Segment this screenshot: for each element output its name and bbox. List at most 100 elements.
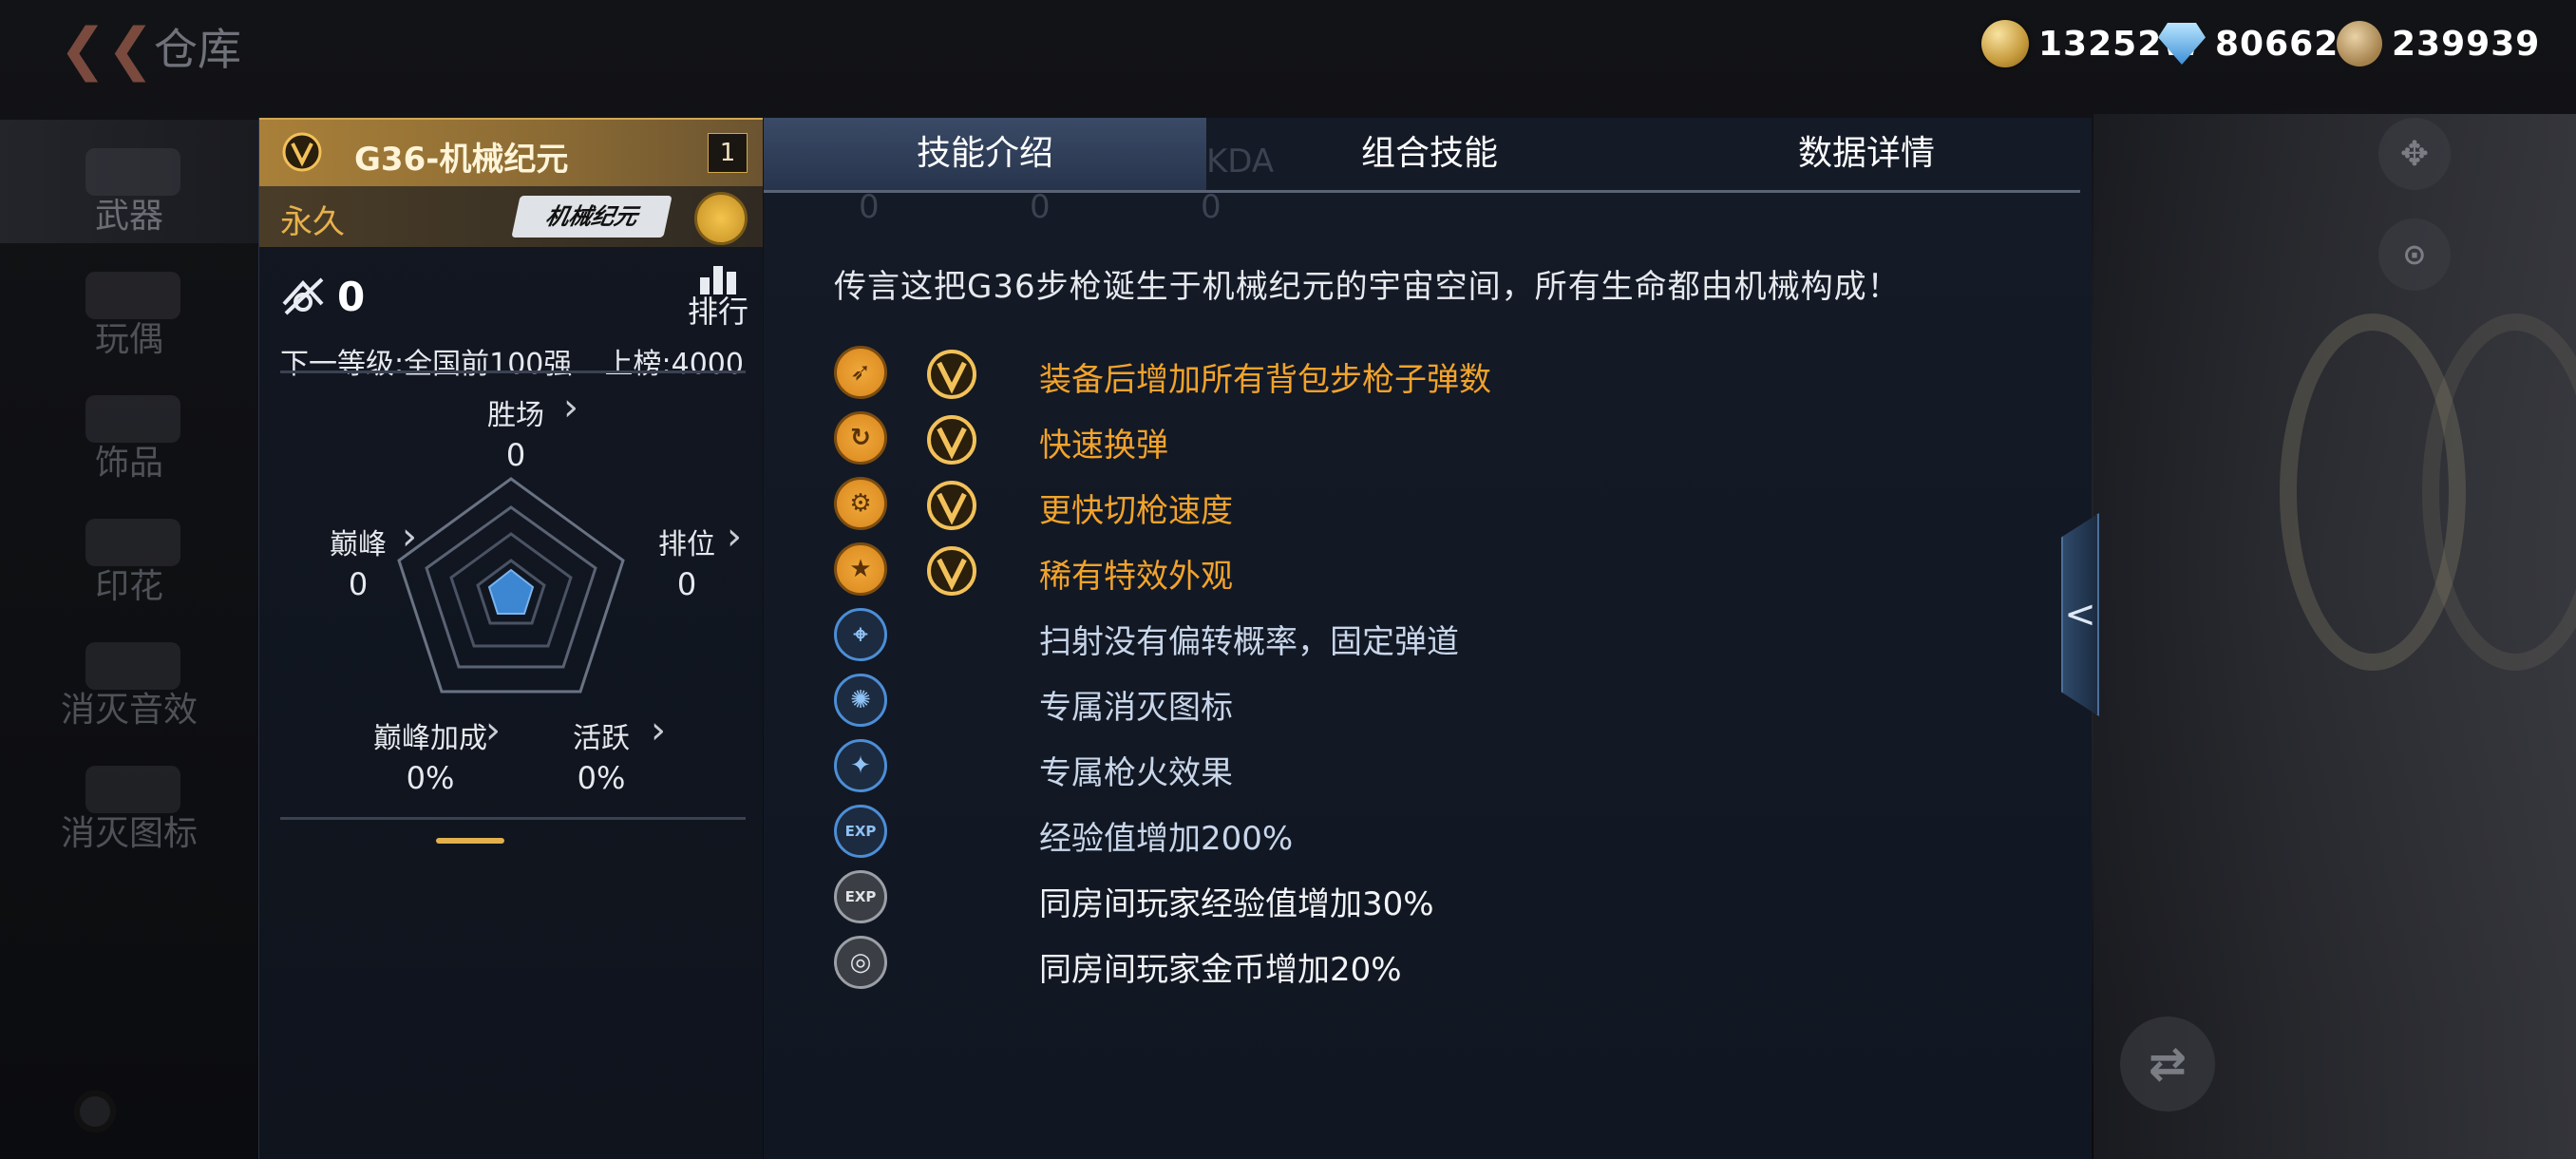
tab-data-details[interactable]: 数据详情	[1653, 118, 2080, 190]
skill-row: ★ 稀有特效外观	[834, 542, 1974, 599]
tab-combo-skills[interactable]: 组合技能	[1206, 118, 1653, 190]
category-sidebar: 武器 玩偶 饰品 印花 消灭音效 消灭图标	[0, 120, 258, 861]
chevron-right-icon[interactable]: ›	[651, 709, 666, 752]
stat-wins[interactable]: 胜场 0	[468, 391, 563, 473]
chat-toggle-icon[interactable]	[74, 1091, 116, 1132]
stat-peak-bonus[interactable]: 巅峰加成 0%	[364, 714, 497, 796]
kill-icon-icon: ✺	[834, 674, 887, 727]
exp-icon: EXP	[834, 805, 887, 858]
rifle-icon	[85, 148, 180, 196]
sidebar-item-dolls[interactable]: 玩偶	[0, 243, 258, 367]
skill-text: 扫射没有偏转概率，固定弹道	[1039, 623, 1459, 661]
divider	[280, 817, 746, 820]
tab-bar: 技能介绍 组合技能 数据详情	[764, 118, 2080, 193]
page-indicator	[436, 838, 504, 844]
stat-active[interactable]: 活跃 0%	[554, 714, 649, 796]
skill-row: ✺ 专属消灭图标	[834, 674, 1974, 731]
ghost-value: 0	[1201, 188, 1222, 226]
skull-icon	[85, 766, 180, 813]
skill-row: ↻ 快速换弹	[834, 411, 1974, 468]
stat-value: 0%	[406, 760, 455, 796]
skill-text: 更快切枪速度	[1039, 492, 1233, 530]
skill-row: ◎ 同房间玩家金币增加20%	[834, 936, 1974, 993]
rank-emblem-icon	[282, 277, 324, 315]
page-title: 仓库	[154, 24, 241, 75]
sidebar-item-stickers[interactable]: 印花	[0, 490, 258, 614]
weapon-description: 传言这把G36步枪诞生于机械纪元的宇宙空间，所有生命都由机械构成！	[834, 268, 1901, 306]
next-level-text: 下一等级:全国前100强	[280, 348, 573, 381]
rank-section: 0 排行 下一等级:全国前100强 上榜:4000	[259, 247, 763, 390]
sidebar-item-kill-sounds[interactable]: 消灭音效	[0, 614, 258, 737]
first-person-toggle-icon[interactable]: ⊙	[2378, 218, 2451, 291]
stat-value: 0	[505, 437, 526, 473]
v-badge-icon	[927, 350, 976, 399]
skill-row: ✦ 专属枪火效果	[834, 739, 1974, 796]
chevron-right-icon[interactable]: ›	[485, 709, 501, 752]
v-badge-icon	[927, 481, 976, 530]
skill-text: 装备后增加所有背包步枪子弹数	[1039, 361, 1491, 399]
skill-text: 快速换弹	[1039, 427, 1168, 465]
sidebar-item-kill-icons[interactable]: 消灭图标	[0, 737, 258, 861]
weapon-card-header: G36-机械纪元 1	[259, 118, 763, 186]
weapon-card: G36-机械纪元 1 永久 机械纪元 0 排行 下一等级:全国前100强 上榜:…	[258, 118, 763, 1159]
skill-detail-panel: 场次 平均KDA 0 0 0 技能介绍 组合技能 数据详情 传言这把G36步枪诞…	[764, 118, 2092, 1159]
leaderboard-button[interactable]: 排行	[687, 266, 749, 329]
v-badge-icon	[927, 415, 976, 465]
radar-chart	[392, 469, 630, 701]
bar-chart-icon	[687, 266, 749, 294]
accessory-icon	[85, 395, 180, 443]
muzzle-flash-icon: ✦	[834, 739, 887, 792]
weapon-duration: 永久	[280, 203, 345, 241]
ghost-value: 0	[1030, 188, 1051, 226]
stat-label: 排位	[658, 528, 715, 561]
sticker-icon	[85, 519, 180, 566]
gold-coin-icon	[1981, 20, 2029, 67]
stat-peak[interactable]: 巅峰 0	[311, 521, 406, 602]
rank-value: 0	[337, 274, 366, 320]
doll-icon	[85, 272, 180, 319]
stat-ranked[interactable]: 排位 0	[639, 521, 734, 602]
skill-text: 经验值增加200%	[1039, 820, 1294, 858]
skill-text: 稀有特效外观	[1039, 558, 1233, 596]
skill-text: 同房间玩家经验值增加30%	[1039, 885, 1434, 923]
sidebar-item-accessories[interactable]: 饰品	[0, 367, 258, 490]
gamepad-icon[interactable]: ✥	[2378, 118, 2451, 190]
currency-token[interactable]: 239939	[2337, 15, 2540, 72]
diamond-icon	[2158, 23, 2206, 65]
skill-row: EXP 同房间玩家经验值增加30%	[834, 870, 1974, 927]
swap-icon[interactable]: ⇄	[2120, 1016, 2215, 1112]
skill-row: ⚙ 更快切枪速度	[834, 477, 1974, 534]
skill-row: ➶ 装备后增加所有背包步枪子弹数	[834, 346, 1974, 403]
v-badge-icon	[282, 132, 322, 172]
currency-diamond[interactable]: 80662	[2158, 15, 2339, 72]
sound-icon	[85, 642, 180, 690]
rifle-ammo-icon: ➶	[834, 346, 887, 399]
collapse-panel-button[interactable]: <	[2061, 513, 2099, 716]
radar-pentagon-icon	[397, 477, 625, 694]
skill-text: 同房间玩家金币增加20%	[1039, 951, 1402, 989]
chevron-right-icon[interactable]: ›	[563, 386, 578, 429]
back-button[interactable]: ❮❮	[59, 21, 155, 78]
leaderboard-button-label: 排行	[687, 294, 748, 330]
gold-medal-button[interactable]	[694, 192, 748, 245]
sidebar-item-weapons[interactable]: 武器	[0, 120, 258, 243]
weapon-name: G36-机械纪元	[354, 141, 569, 179]
star-icon: ★	[834, 542, 887, 596]
tab-label: 组合技能	[1360, 134, 1498, 173]
stat-value: 0	[348, 566, 369, 602]
skill-text: 专属消灭图标	[1039, 689, 1233, 727]
stat-value: 0%	[577, 760, 626, 796]
token-icon	[2337, 21, 2382, 66]
tab-skill-intro[interactable]: 技能介绍	[764, 118, 1206, 190]
tab-label: 数据详情	[1797, 134, 1935, 173]
skill-row: ⌖ 扫射没有偏转概率，固定弹道	[834, 608, 1974, 665]
ghost-value: 0	[859, 188, 880, 226]
chevron-right-icon[interactable]: ›	[727, 515, 742, 559]
weapon-switch-icon: ⚙	[834, 477, 887, 530]
fast-reload-icon: ↻	[834, 411, 887, 465]
room-exp-icon: EXP	[834, 870, 887, 923]
skin-logo: 机械纪元	[511, 196, 672, 238]
currency-value: 239939	[2392, 24, 2541, 64]
leaderboard-threshold: 上榜:4000	[604, 348, 744, 381]
stat-label: 活跃	[573, 722, 630, 755]
